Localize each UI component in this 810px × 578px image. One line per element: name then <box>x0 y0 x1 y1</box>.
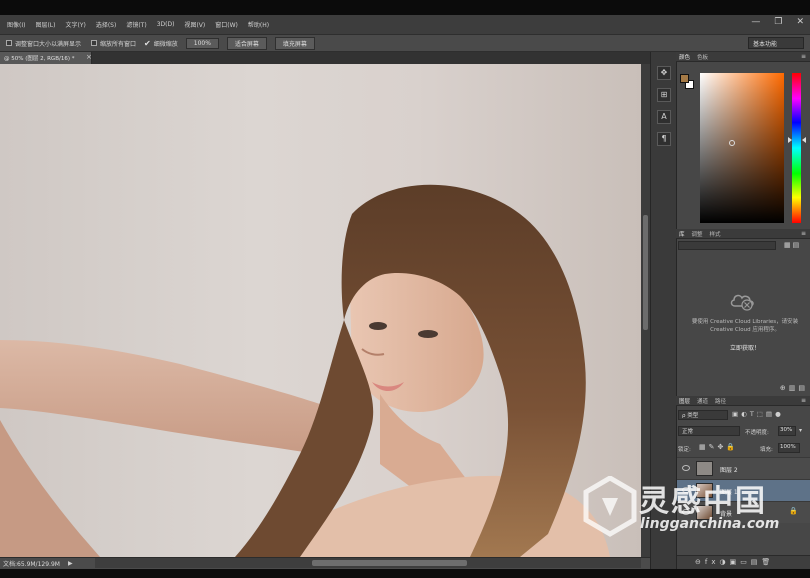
library-footer-icons[interactable]: ⊕▥▤ <box>678 384 808 392</box>
hue-marker-right-icon[interactable] <box>802 137 806 143</box>
creative-cloud-message: 要使用 Creative Cloud Libraries，请安装 Creativ… <box>691 319 799 333</box>
menu-layer[interactable]: 图层(L) <box>30 20 60 29</box>
layers-footer-icons[interactable]: ⊖fx◑▣▭▤🗑 <box>677 555 810 569</box>
tab-libraries[interactable]: 库 <box>679 230 685 238</box>
panel-menu-icon[interactable]: ≡ <box>801 230 806 237</box>
left-eye <box>369 322 387 330</box>
foreground-color-swatch[interactable] <box>680 74 689 83</box>
window-bottom-frame <box>0 569 810 578</box>
workspace-switcher[interactable]: 基本功能 <box>748 37 804 49</box>
zoom-100-button[interactable]: 100% <box>185 37 219 49</box>
horizontal-scroll-thumb[interactable] <box>312 560 467 566</box>
watermark-english-text: lingganchina.com <box>640 516 780 532</box>
watermark-logo-icon <box>583 476 637 537</box>
document-size-status: 文档:65.9M/129.9M <box>3 561 60 568</box>
visibility-eye-icon[interactable] <box>682 465 690 471</box>
opacity-dropdown-icon[interactable]: ▾ <box>799 427 802 434</box>
menu-help[interactable]: 帮助(H) <box>243 20 274 29</box>
zoom-all-label: 缩放所有窗口 <box>100 40 137 48</box>
library-panel-tabs: 库 调整 样式 ≡ <box>676 229 810 239</box>
watermark-chinese-text: 灵感中国 <box>639 484 767 519</box>
resize-windows-checkbox[interactable] <box>6 40 12 46</box>
adjust-icon[interactable]: ⊞ <box>657 88 671 102</box>
menu-window[interactable]: 窗口(W) <box>210 20 243 29</box>
hue-marker-left-icon[interactable] <box>788 137 792 143</box>
menu-select[interactable]: 选择(S) <box>91 20 122 29</box>
close-icon[interactable]: ✕ <box>796 17 804 27</box>
color-panel-tabs: 颜色 色板 ≡ <box>676 52 810 62</box>
fill-label: 填充: <box>760 447 773 453</box>
resize-windows-option[interactable]: 调整窗口大小以满屏显示 <box>6 39 81 48</box>
minimize-icon[interactable]: — <box>751 17 760 27</box>
color-picker-field[interactable] <box>700 73 784 223</box>
menu-3d[interactable]: 3D(D) <box>152 21 180 28</box>
resize-windows-label: 调整窗口大小以满屏显示 <box>15 40 82 48</box>
move-tool-icon[interactable]: ✥ <box>657 66 671 80</box>
window-top-frame <box>0 0 810 15</box>
panel-menu-icon[interactable]: ≡ <box>801 397 806 404</box>
character-icon[interactable]: A <box>657 110 671 124</box>
opacity-label: 不透明度: <box>745 430 769 436</box>
portrait-photo <box>0 184 610 557</box>
hue-slider[interactable] <box>792 73 801 223</box>
blend-mode-select[interactable]: 正常 <box>678 426 740 436</box>
layer-filter-icons[interactable]: ▣◐T⬚▤● <box>732 410 784 418</box>
tab-swatches[interactable]: 色板 <box>697 53 708 61</box>
right-eye <box>418 330 438 338</box>
scrubby-zoom-option[interactable]: ✔ 细微缩放 <box>144 39 178 48</box>
lock-label: 锁定: <box>678 447 691 453</box>
tab-adjustments[interactable]: 调整 <box>692 230 703 238</box>
fill-screen-button[interactable]: 填充屏幕 <box>274 36 315 50</box>
restore-icon[interactable]: ❐ <box>774 17 782 27</box>
tab-styles[interactable]: 样式 <box>710 230 721 238</box>
get-it-now-link[interactable]: 立即获取！ <box>682 343 808 352</box>
panel-menu-icon[interactable]: ≡ <box>801 53 806 60</box>
layer-filter-select[interactable]: ρ 类型 <box>678 410 728 420</box>
library-select[interactable] <box>678 241 776 250</box>
window-controls: — ❐ ✕ <box>751 17 804 27</box>
menu-view[interactable]: 视图(V) <box>179 20 210 29</box>
color-picker-cursor[interactable] <box>729 140 735 146</box>
fit-screen-button[interactable]: 适合屏幕 <box>226 36 267 50</box>
tool-options-bar: 调整窗口大小以满屏显示 缩放所有窗口 ✔ 细微缩放 100% 适合屏幕 填充屏幕 <box>0 34 810 52</box>
creative-cloud-icon <box>730 294 754 311</box>
tab-close-icon[interactable]: × <box>86 53 92 61</box>
layer-name: 图层 2 <box>720 467 738 474</box>
zoom-all-option[interactable]: 缩放所有窗口 <box>91 39 136 48</box>
menu-image[interactable]: 图像(I) <box>2 20 30 29</box>
fill-input[interactable]: 100% <box>778 443 800 453</box>
check-icon[interactable]: ✔ <box>144 39 151 48</box>
status-menu-arrow-icon[interactable]: ▶ <box>68 560 73 567</box>
menu-type[interactable]: 文字(Y) <box>60 20 90 29</box>
layer-thumbnail <box>696 461 713 476</box>
layers-panel-tabs: 图层 通道 路径 ≡ <box>676 396 810 406</box>
menu-bar: 图像(I) 图层(L) 文字(Y) 选择(S) 滤镜(T) 3D(D) 视图(V… <box>0 15 810 34</box>
library-view-icons[interactable]: ▦▤ <box>784 241 801 249</box>
image-canvas[interactable] <box>0 64 641 557</box>
tab-layers[interactable]: 图层 <box>679 397 690 405</box>
menu-filter[interactable]: 滤镜(T) <box>121 20 151 29</box>
document-tab[interactable]: @ 50% (图层 2, RGB/16) * <box>0 52 92 64</box>
tab-color[interactable]: 颜色 <box>679 53 690 61</box>
vertical-scroll-thumb[interactable] <box>643 215 648 330</box>
paragraph-icon[interactable]: ¶ <box>657 132 671 146</box>
lock-icons[interactable]: ▦✎✥🔒 <box>699 443 738 451</box>
zoom-all-checkbox[interactable] <box>91 40 98 46</box>
tab-paths[interactable]: 路径 <box>715 397 726 405</box>
tab-channels[interactable]: 通道 <box>697 397 708 405</box>
watermark: 灵感中国 lingganchina.com <box>582 476 810 546</box>
opacity-input[interactable]: 30% <box>778 426 796 436</box>
scrubby-zoom-label: 细微缩放 <box>153 40 178 48</box>
